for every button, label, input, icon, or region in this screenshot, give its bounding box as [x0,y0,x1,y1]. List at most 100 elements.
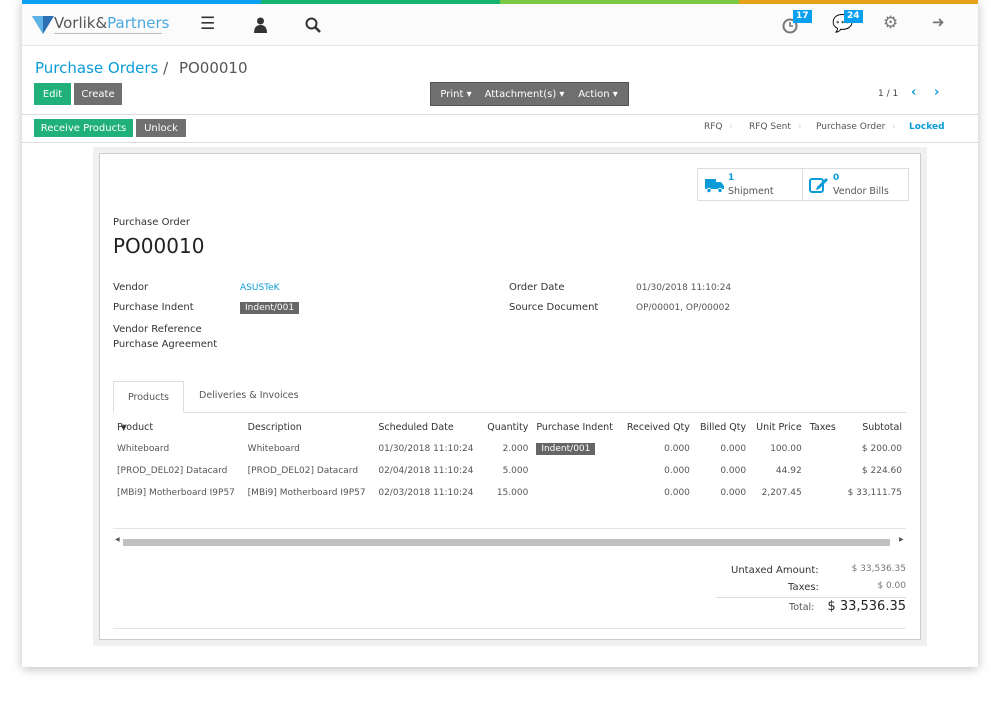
tabs-divider [113,412,906,413]
table-cell: Indent/001 [532,438,620,460]
col-description[interactable]: Description [244,416,375,438]
col-unit-price[interactable]: Unit Price [750,416,806,438]
table-cell: 2.000 [502,444,529,454]
order-date-label: Order Date [509,282,565,293]
order-lines-table: Product Description Scheduled Date Quant… [113,416,906,504]
table-row[interactable]: Whiteboard Whiteboard 01/30/2018 11:10:24 2… [113,438,906,460]
table-cell: Whiteboard [117,444,170,454]
edit-button[interactable]: Edit [34,83,71,105]
edit-icon [809,178,828,193]
table-cell: 0.000 [664,444,690,454]
gears-icon[interactable]: ⚙ [883,13,898,33]
attachments-label: Attachment(s) [484,88,557,100]
totals-divider [716,597,906,598]
purchase-indent-tag[interactable]: Indent/001 [536,443,596,455]
stage-rfq[interactable]: RFQ [704,122,723,132]
sort-caret-icon: ▼ [121,424,127,432]
divider [22,114,978,115]
create-button[interactable]: Create [74,83,122,105]
table-cell [806,482,841,504]
table-cell: [PROD_DEL02] Datacard [117,466,228,476]
table-cell: 0.000 [720,488,747,498]
col-purchase-indent[interactable]: Purchase Indent [532,416,620,438]
breadcrumb-current: PO00010 [178,59,248,77]
breadcrumb-separator: / [163,59,169,77]
table-cell [806,460,841,482]
form-type-label: Purchase Order [113,217,191,228]
table-cell: Whiteboard [247,444,300,454]
table-cell: $ 33,111.75 [847,488,902,498]
logout-icon[interactable]: ➜ [932,13,945,31]
print-label: Print [440,88,464,100]
taxes-value: $ 0.00 [877,581,906,591]
message-badge: 24 [844,10,863,23]
table-cell: 5.000 [502,466,529,476]
table-cell: 01/30/2018 11:10:24 [378,444,474,454]
col-subtotal[interactable]: Subtotal [841,416,906,438]
col-billed-qty[interactable]: Billed Qty [694,416,750,438]
table-cell: [PROD_DEL02] Datacard [247,466,359,476]
divider [113,528,906,529]
pager-next-icon[interactable]: › [934,85,939,100]
menu-icon[interactable]: ☰ [200,14,215,34]
total-label: Total: [789,602,815,613]
source-document-label: Source Document [509,302,599,313]
logo[interactable]: Vorlik&Partners [32,14,172,36]
divider [22,142,978,143]
table-row[interactable]: [MBi9] Motherboard I9P57 [MBi9] Motherboa… [113,482,906,504]
table-cell: 15.000 [496,488,529,498]
vendor-bills-label: Vendor Bills [833,186,889,197]
pager-prev-icon[interactable]: ‹ [911,85,916,100]
vendor-bills-smart-button[interactable]: 0 Vendor Bills [803,168,909,201]
shipment-smart-button[interactable]: 1 Shipment [697,168,803,201]
form-sheet: 1 Shipment 0 Vendor Bills Purchase Order… [99,153,921,640]
col-taxes[interactable]: Taxes [806,416,841,438]
receive-products-button[interactable]: Receive Products [34,119,133,137]
table-cell [806,438,841,460]
table-cell: 0.000 [720,466,747,476]
action-dropdown[interactable]: Action ▾ [570,83,626,105]
table-cell: 100.00 [770,444,802,454]
pager-value: 1 / 1 [878,89,899,99]
scrollbar-thumb[interactable] [123,539,890,546]
logo-text: Vorlik& [54,14,108,32]
tab-deliveries-invoices[interactable]: Deliveries & Invoices [199,390,299,401]
shipment-label: Shipment [728,186,774,197]
untaxed-amount-value: $ 33,536.35 [851,564,906,574]
vendor-reference-label: Vendor Reference [113,324,202,335]
col-product[interactable]: Product [113,416,244,438]
total-value: $ 33,536.35 [827,599,906,614]
truck-icon [705,179,724,193]
col-quantity[interactable]: Quantity [481,416,532,438]
shipment-count: 1 [728,173,735,183]
action-label: Action [578,88,610,100]
logo-mark-icon [32,16,54,34]
stage-chevron-icon: › [798,122,802,132]
table-cell: [MBi9] Motherboard I9P57 [117,488,235,498]
search-icon[interactable] [305,17,321,33]
stage-rfq-sent[interactable]: RFQ Sent [749,122,791,132]
table-row[interactable]: [PROD_DEL02] Datacard [PROD_DEL02] Dataca… [113,460,906,482]
stage-purchase-order[interactable]: Purchase Order [816,122,885,132]
vendor-link[interactable]: ASUSTeK [240,283,280,293]
taxes-label: Taxes: [788,582,819,593]
breadcrumb-parent[interactable]: Purchase Orders [35,59,158,77]
table-header: Product Description Scheduled Date Quant… [113,416,906,438]
tab-products[interactable]: Products [113,381,184,413]
purchase-indent-tag[interactable]: Indent/001 [240,302,300,314]
purchase-indent-label: Purchase Indent [113,302,194,313]
table-cell [532,460,620,482]
print-dropdown[interactable]: Print ▾ [432,83,480,105]
table-cell: 02/04/2018 11:10:24 [378,466,474,476]
table-cell: [MBi9] Motherboard I9P57 [247,488,366,498]
col-received-qty[interactable]: Received Qty [620,416,694,438]
stage-chevron-icon: › [892,122,896,132]
horizontal-scrollbar[interactable]: ◀ ▶ [113,536,906,547]
purchase-agreement-label: Purchase Agreement [113,339,218,350]
table-cell [532,482,620,504]
table-cell: 2,207.45 [761,488,802,498]
unlock-button[interactable]: Unlock [136,119,186,137]
attachments-dropdown[interactable]: Attachment(s) ▾ [482,83,567,105]
col-scheduled-date[interactable]: Scheduled Date [374,416,481,438]
user-icon[interactable] [254,17,267,33]
